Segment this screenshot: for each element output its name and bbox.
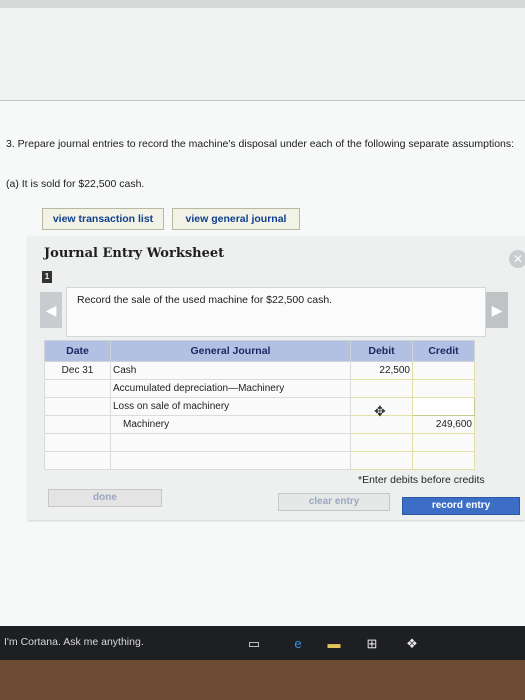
date-cell[interactable] — [44, 433, 111, 452]
date-cell[interactable]: Dec 31 — [44, 361, 111, 380]
credit-cell[interactable] — [412, 379, 475, 398]
top-background — [0, 0, 525, 100]
header-debit: Debit — [350, 340, 413, 362]
clear-entry-button[interactable]: clear entry — [278, 493, 390, 511]
done-button[interactable]: done — [48, 489, 162, 507]
date-cell[interactable] — [44, 397, 111, 416]
cortana-search-box[interactable]: I'm Cortana. Ask me anything. — [4, 636, 144, 648]
journal-header-row: Date General Journal Debit Credit — [44, 340, 475, 362]
instruction-box: Record the sale of the used machine for … — [66, 287, 486, 337]
header-credit: Credit — [412, 340, 475, 362]
date-cell[interactable] — [44, 415, 111, 434]
date-cell[interactable] — [44, 451, 111, 470]
view-transaction-list-button[interactable]: view transaction list — [42, 208, 164, 230]
credit-cell[interactable]: 249,600 — [412, 415, 475, 434]
table-row — [44, 451, 475, 470]
debit-cell[interactable] — [350, 451, 413, 470]
table-row: Loss on sale of machinery — [44, 397, 475, 416]
record-entry-button[interactable]: record entry — [402, 497, 520, 515]
credit-cell[interactable] — [412, 433, 475, 452]
file-explorer-icon[interactable]: ▬ — [326, 636, 342, 652]
chevron-right-icon[interactable]: ▶ — [486, 292, 508, 328]
debits-note: *Enter debits before credits — [358, 474, 485, 486]
store-icon[interactable]: ⊞ — [364, 636, 380, 652]
debit-cell[interactable] — [350, 433, 413, 452]
table-row: Accumulated depreciation—Machinery — [44, 379, 475, 398]
credit-cell[interactable] — [412, 397, 475, 416]
edge-browser-icon[interactable]: e — [290, 636, 306, 652]
date-cell[interactable] — [44, 379, 111, 398]
account-cell[interactable]: Machinery — [110, 415, 351, 434]
header-general-journal: General Journal — [110, 340, 351, 362]
mouse-cursor-icon: ✥ — [374, 403, 386, 419]
window-edge — [0, 0, 525, 8]
credit-cell[interactable] — [412, 451, 475, 470]
header-date: Date — [44, 340, 111, 362]
debit-cell[interactable]: 22,500 — [350, 361, 413, 380]
chevron-left-icon[interactable]: ◀ — [40, 292, 62, 328]
step-badge[interactable]: 1 — [42, 271, 52, 283]
question-part-a: (a) It is sold for $22,500 cash. — [6, 178, 145, 190]
journal-table: Date General Journal Debit Credit Dec 31… — [44, 340, 475, 470]
table-row: Machinery 249,600 — [44, 415, 475, 434]
worksheet-title: Journal Entry Worksheet — [44, 246, 225, 261]
question-text: 3. Prepare journal entries to record the… — [6, 138, 515, 150]
close-icon[interactable]: ✕ — [509, 250, 525, 268]
instruction-text: Record the sale of the used machine for … — [77, 294, 333, 306]
table-row: Dec 31 Cash 22,500 — [44, 361, 475, 380]
account-cell[interactable]: Cash — [110, 361, 351, 380]
account-cell[interactable] — [110, 433, 351, 452]
account-cell[interactable]: Accumulated depreciation—Machinery — [110, 379, 351, 398]
task-view-icon[interactable]: ▭ — [246, 636, 262, 652]
dropbox-icon[interactable]: ❖ — [404, 636, 420, 652]
table-row — [44, 433, 475, 452]
credit-cell[interactable] — [412, 361, 475, 380]
desk-surface — [0, 660, 525, 700]
page-divider — [0, 100, 525, 101]
account-cell[interactable] — [110, 451, 351, 470]
account-cell[interactable]: Loss on sale of machinery — [110, 397, 351, 416]
view-general-journal-button[interactable]: view general journal — [172, 208, 300, 230]
debit-cell[interactable] — [350, 379, 413, 398]
